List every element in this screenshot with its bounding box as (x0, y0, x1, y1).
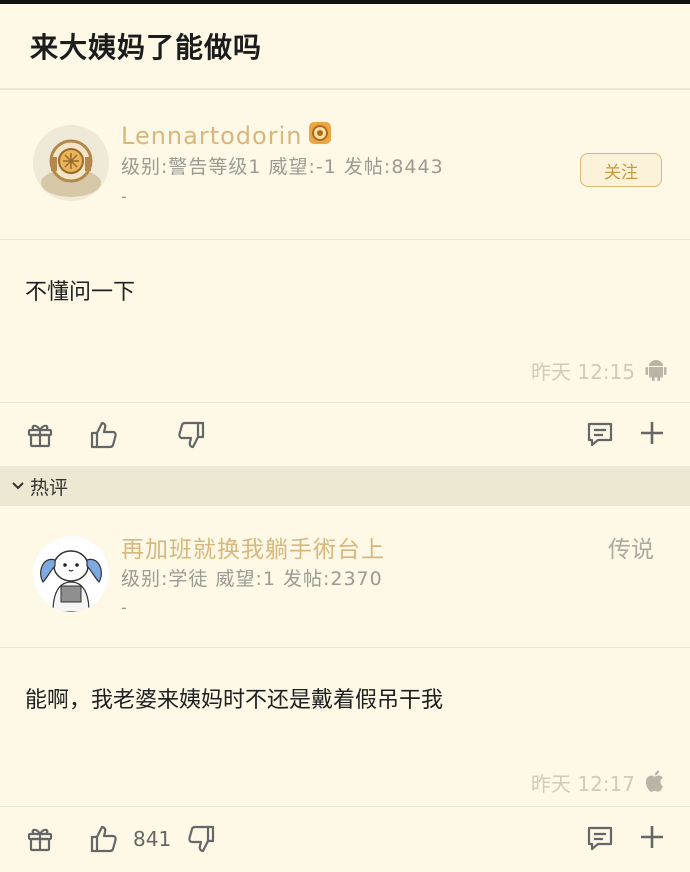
user-meta: 级别:警告等级1 威望:-1 发帖:8443 (121, 156, 444, 178)
post-content: 不懂问一下 昨天 12:15 (0, 240, 690, 402)
post-author: Lennartodorin 级别:警告等级1 威望:-1 发帖:8443 - 关… (0, 90, 690, 240)
user-signature: - (121, 598, 127, 617)
reply-text: 能啊，我老婆来姨妈时不还是戴着假吊干我 (25, 688, 444, 713)
hot-comments-section[interactable]: 热评 (0, 466, 690, 506)
chevron-down-icon (10, 478, 26, 494)
gift-icon[interactable] (25, 823, 55, 857)
user-level-badge: 传说 (608, 537, 654, 563)
avatar[interactable] (33, 125, 109, 201)
user-signature: - (121, 187, 127, 206)
post-action-bar (0, 402, 690, 466)
post-timestamp: 昨天 12:15 (531, 360, 635, 384)
header: 来大姨妈了能做吗 (0, 4, 690, 90)
username-text: Lennartodorin (121, 122, 303, 150)
page-title: 来大姨妈了能做吗 (30, 31, 263, 64)
reply-content: 能啊，我老婆来姨妈时不还是戴着假吊干我 昨天 12:17 (0, 648, 690, 806)
section-label: 热评 (30, 476, 69, 499)
user-meta: 级别:学徒 威望:1 发帖:2370 (121, 568, 383, 590)
post-text: 不懂问一下 (25, 280, 136, 305)
android-icon (644, 358, 668, 382)
thumbs-up-icon[interactable] (88, 419, 120, 455)
comment-icon[interactable] (585, 419, 615, 453)
like-count: 841 (133, 827, 172, 851)
gift-icon[interactable] (25, 419, 55, 453)
thumbs-down-icon[interactable] (175, 419, 207, 455)
username[interactable]: Lennartodorin (121, 120, 333, 152)
thumbs-down-icon[interactable] (185, 823, 217, 859)
avatar[interactable] (33, 536, 109, 612)
thumbs-up-icon[interactable] (88, 823, 120, 859)
plus-icon[interactable] (638, 419, 666, 451)
reply-timestamp: 昨天 12:17 (531, 772, 635, 796)
reply-username[interactable]: 再加班就换我躺手術台上 (121, 530, 385, 564)
follow-button[interactable]: 关注 (580, 153, 662, 187)
plus-icon[interactable] (638, 823, 666, 855)
reply-action-bar: 841 (0, 806, 690, 870)
comment-icon[interactable] (585, 823, 615, 857)
medal-icon (307, 120, 333, 152)
apple-icon (644, 769, 668, 793)
reply-author: 再加班就换我躺手術台上 传说 级别:学徒 威望:1 发帖:2370 - (0, 506, 690, 648)
